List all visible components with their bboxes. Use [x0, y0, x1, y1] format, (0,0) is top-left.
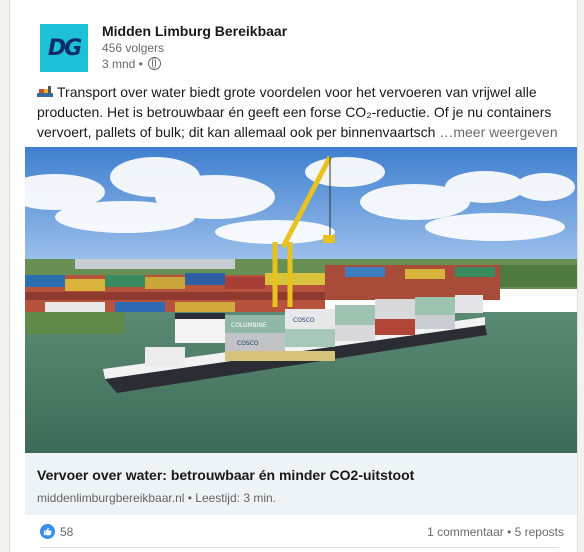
- globe-icon: [148, 57, 162, 70]
- link-preview[interactable]: Vervoer over water: betrouwbaar én minde…: [25, 453, 577, 515]
- link-preview-source: middenlimburgbereikbaar.nl • Leestijd: 3…: [37, 491, 276, 505]
- link-preview-title[interactable]: Vervoer over water: betrouwbaar én minde…: [37, 467, 414, 483]
- comments-reposts[interactable]: 1 commentaar • 5 reposts: [427, 525, 564, 539]
- post-text-line-2: producten. Het is betrouwbaar én geeft e…: [37, 104, 552, 120]
- like-count[interactable]: 58: [60, 525, 73, 539]
- post-text: Transport over water biedt grote voordel…: [37, 82, 565, 142]
- divider: [40, 547, 559, 548]
- post-time-text: 3 mnd •: [102, 57, 143, 71]
- post-time: 3 mnd •: [102, 56, 287, 72]
- post-text-line-3: vervoert, pallets of bulk; dit kan allem…: [37, 124, 436, 140]
- see-more-link[interactable]: …meer weergeven: [439, 124, 557, 140]
- feed-post-card: DG Midden Limburg Bereikbaar 456 volgers…: [9, 0, 578, 552]
- container-label-2: COSCO: [293, 317, 315, 324]
- post-header: DG Midden Limburg Bereikbaar 456 volgers…: [32, 22, 552, 72]
- ship-emoji-icon: [37, 86, 53, 97]
- post-text-line-1: Transport over water biedt grote voordel…: [57, 84, 537, 100]
- logo-text: DG: [47, 35, 82, 61]
- company-logo[interactable]: DG: [40, 24, 88, 72]
- container-label-3: COSCO: [237, 340, 259, 347]
- post-image[interactable]: COLUMBINE COSCO COSCO: [25, 147, 577, 453]
- like-reaction-icon[interactable]: [40, 524, 55, 539]
- port-barge-photo: COLUMBINE COSCO COSCO: [25, 147, 577, 453]
- social-counts: 58 1 commentaar • 5 reposts: [40, 522, 564, 544]
- author-info: Midden Limburg Bereikbaar 456 volgers 3 …: [102, 22, 287, 72]
- follower-count: 456 volgers: [102, 41, 165, 55]
- container-label-1: COLUMBINE: [231, 322, 267, 329]
- author-name[interactable]: Midden Limburg Bereikbaar: [102, 22, 287, 40]
